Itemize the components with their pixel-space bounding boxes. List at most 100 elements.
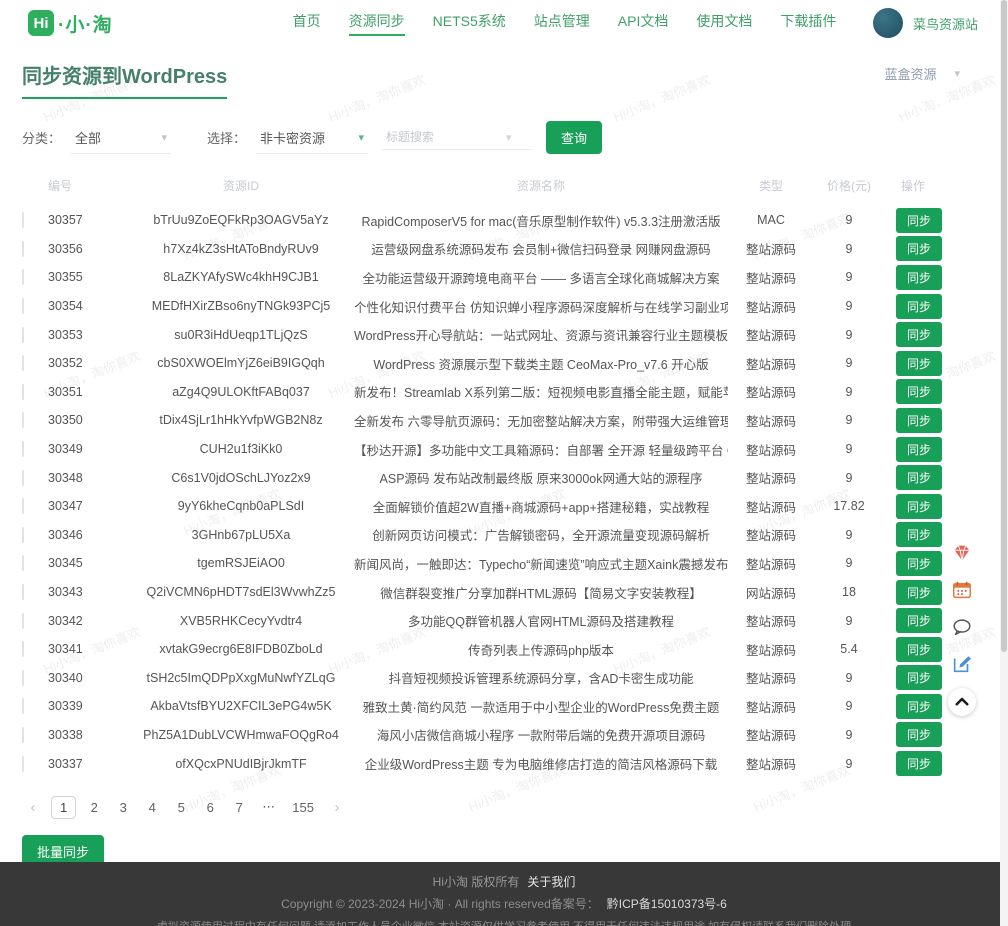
resource-source: 整站源码 — [728, 554, 814, 573]
page-number[interactable]: 3 — [112, 797, 134, 818]
nav-item[interactable]: 站点管理 — [534, 11, 590, 36]
page-number[interactable]: 5 — [170, 797, 192, 818]
sync-button[interactable]: 同步 — [896, 522, 942, 547]
sync-button[interactable]: 同步 — [896, 465, 942, 490]
prev-page-button[interactable]: ‹ — [22, 796, 44, 819]
logo-icon: Hi — [28, 10, 54, 36]
sync-button[interactable]: 同步 — [896, 408, 942, 433]
page-number[interactable]: 2 — [83, 797, 105, 818]
sync-button[interactable]: 同步 — [896, 379, 942, 404]
back-to-top-icon[interactable] — [948, 688, 976, 716]
page-number[interactable]: 6 — [199, 797, 221, 818]
resource-name: WordPress 资源展示型下载类主题 CeoMax-Pro_v7.6 开心版 — [354, 354, 728, 373]
sync-button[interactable]: 同步 — [896, 694, 942, 719]
row-checkbox[interactable] — [22, 470, 24, 486]
search-button[interactable]: 查询 — [546, 121, 602, 154]
row-checkbox[interactable] — [22, 670, 24, 686]
row-checkbox[interactable] — [22, 613, 24, 629]
row-checkbox[interactable] — [22, 327, 24, 343]
sync-button[interactable]: 同步 — [896, 236, 942, 261]
about-us-link[interactable]: 关于我们 — [527, 875, 575, 889]
resource-source: 整站源码 — [728, 297, 814, 316]
resource-name: ASP源码 发布站改制最终版 原来3000ok网通大站的源程序 — [354, 468, 728, 487]
resource-name: 个性化知识付费平台 仿知识蝉小程序源码深度解析与在线学习副业项目 — [354, 297, 728, 316]
sync-button[interactable]: 同步 — [896, 294, 942, 319]
row-checkbox[interactable] — [22, 641, 24, 657]
row-checkbox[interactable] — [22, 241, 24, 257]
nav-item[interactable]: 资源同步 — [349, 11, 405, 36]
next-page-button[interactable]: › — [326, 796, 348, 819]
row-checkbox[interactable] — [22, 441, 24, 457]
resource-source: 整站源码 — [728, 640, 814, 659]
sync-button[interactable]: 同步 — [896, 722, 942, 747]
row-checkbox[interactable] — [22, 584, 24, 600]
table-row: 30339 AkbaVtsfBYU2XFCIL3ePG4w5K 雅致土黄·简约风… — [22, 692, 942, 721]
row-checkbox[interactable] — [22, 355, 24, 371]
row-number: 30356 — [48, 242, 128, 256]
sync-button[interactable]: 同步 — [896, 494, 942, 519]
row-number: 30337 — [48, 757, 128, 771]
comment-icon[interactable] — [949, 614, 975, 640]
row-checkbox[interactable] — [22, 384, 24, 400]
site-logo[interactable]: Hi ·小·淘 — [28, 10, 113, 37]
page-number[interactable]: 4 — [141, 797, 163, 818]
table-row: 30338 PhZ5A1DubLVCWHmwaFOQgRo4 海风小店微信商城小… — [22, 721, 942, 750]
nav-item[interactable]: 下载插件 — [780, 11, 836, 36]
sync-button[interactable]: 同步 — [896, 751, 942, 776]
resource-id: C6s1V0jdOSchLJYoz2x9 — [128, 471, 354, 485]
sync-button[interactable]: 同步 — [896, 208, 942, 233]
nav-item[interactable]: 使用文档 — [696, 11, 752, 36]
source-select[interactable]: 蓝盒资源 ▾ — [884, 64, 960, 83]
row-checkbox[interactable] — [22, 269, 24, 285]
resource-name: WordPress开心导航站：一站式网址、资源与资讯兼容行业主题模板 — [354, 325, 728, 344]
row-checkbox[interactable] — [22, 498, 24, 514]
avatar[interactable] — [873, 8, 903, 38]
category-select[interactable]: 全部 ▾ — [71, 122, 171, 154]
search-input[interactable] — [386, 130, 506, 144]
row-checkbox[interactable] — [22, 527, 24, 543]
sync-button[interactable]: 同步 — [896, 637, 942, 662]
scrollbar-track[interactable] — [1000, 0, 1008, 926]
sync-button[interactable]: 同步 — [896, 580, 942, 605]
col-header-action: 操作 — [884, 177, 942, 194]
page-number[interactable]: 155 — [287, 797, 319, 818]
page-number[interactable]: 7 — [228, 797, 250, 818]
resource-source: 整站源码 — [728, 754, 814, 773]
resource-id: PhZ5A1DubLVCWHmwaFOQgRo4 — [128, 728, 354, 742]
username[interactable]: 菜鸟资源站 — [913, 14, 978, 33]
table-row: 30341 xvtakG9ecrg6E8IFDB0ZboLd 传奇列表上传源码p… — [22, 635, 942, 664]
row-checkbox[interactable] — [22, 555, 24, 571]
sync-button[interactable]: 同步 — [896, 437, 942, 462]
sync-button[interactable]: 同步 — [896, 665, 942, 690]
sync-button[interactable]: 同步 — [896, 351, 942, 376]
sync-button[interactable]: 同步 — [896, 322, 942, 347]
resource-name: 新发布！Streamlab X系列第二版：短视频电影直播全能主题，赋能苹果CMS — [354, 382, 728, 401]
sync-button[interactable]: 同步 — [896, 608, 942, 633]
row-checkbox[interactable] — [22, 298, 24, 314]
row-checkbox[interactable] — [22, 727, 24, 743]
row-checkbox[interactable] — [22, 756, 24, 772]
calendar-icon[interactable] — [949, 577, 975, 603]
resource-source: 整站源码 — [728, 382, 814, 401]
type-select[interactable]: 非卡密资源 ▾ — [256, 122, 368, 154]
row-checkbox[interactable] — [22, 212, 24, 228]
row-checkbox[interactable] — [22, 412, 24, 428]
nav-item[interactable]: API文档 — [618, 11, 669, 36]
sync-button[interactable]: 同步 — [896, 551, 942, 576]
resource-id: XVB5RHKCecyYvdtr4 — [128, 614, 354, 628]
edit-icon[interactable] — [949, 651, 975, 677]
vip-icon[interactable] — [949, 540, 975, 566]
resource-price: 9 — [814, 471, 884, 485]
nav-item[interactable]: NETS5系统 — [433, 11, 506, 36]
icp-link[interactable]: 黔ICP备15010373号-6 — [607, 897, 727, 911]
row-number: 30350 — [48, 413, 128, 427]
page-number[interactable]: 1 — [51, 796, 76, 819]
row-checkbox[interactable] — [22, 698, 24, 714]
row-number: 30352 — [48, 356, 128, 370]
nav-item[interactable]: 首页 — [293, 11, 321, 36]
sync-button[interactable]: 同步 — [896, 265, 942, 290]
resource-id: bTrUu9ZoEQFkRp3OAGV5aYz — [128, 213, 354, 227]
page-number[interactable]: ⋯ — [257, 796, 280, 818]
scrollbar-thumb[interactable] — [1001, 0, 1007, 652]
resource-name: 企业级WordPress主题 专为电脑维修店打造的简洁风格源码下载 — [354, 754, 728, 773]
